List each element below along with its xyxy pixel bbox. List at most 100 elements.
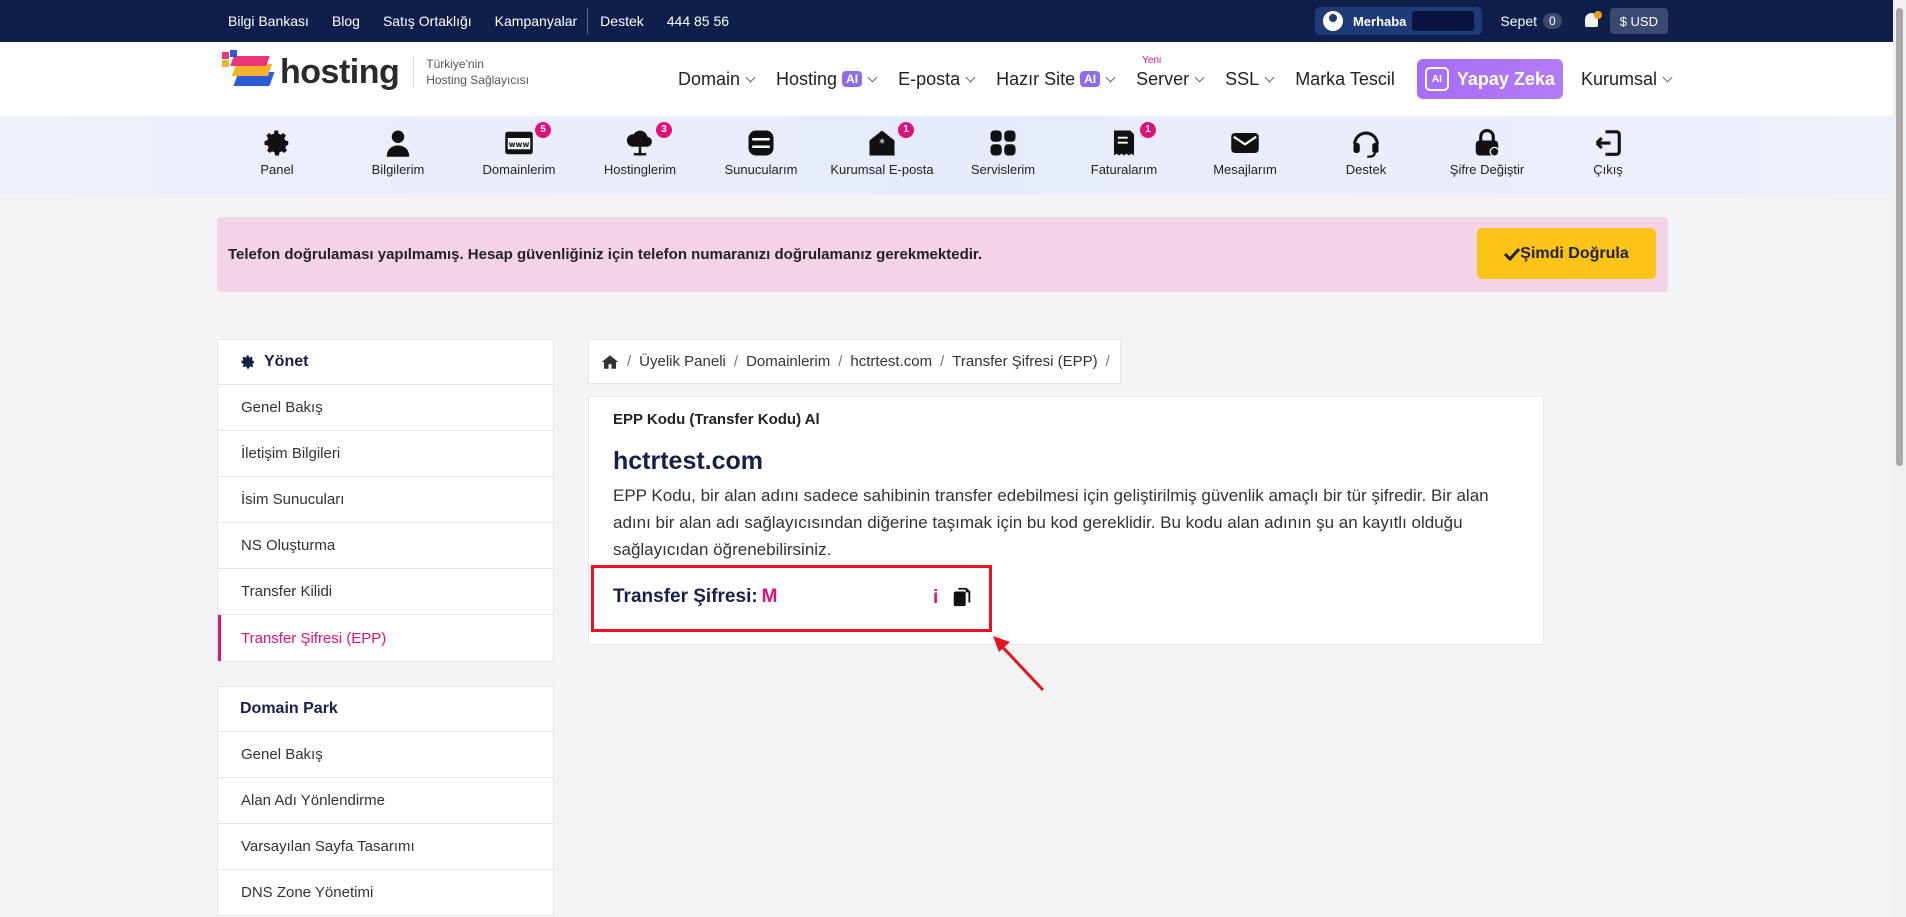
envelope-icon <box>1230 128 1260 158</box>
annotation-arrow <box>993 636 1045 692</box>
user-icon <box>1322 11 1343 31</box>
iconnav-kurumsal-eposta[interactable]: * 1 Kurumsal E-posta <box>822 122 942 177</box>
nav-eposta[interactable]: E-posta <box>898 68 976 90</box>
manage-menu: Yönet Genel Bakış İletişim Bilgileri İsi… <box>217 339 554 662</box>
iconnav-mesajlarim[interactable]: Mesajlarım <box>1185 128 1305 177</box>
invoices-count-badge: 1 <box>1140 122 1156 138</box>
bell-icon[interactable] <box>1582 11 1602 31</box>
park-item-varsayilan-sayfa[interactable]: Varsayılan Sayfa Tasarımı <box>218 824 553 870</box>
alert-message: Telefon doğrulaması yapılmamış. Hesap gü… <box>228 246 983 263</box>
invoice-icon <box>1109 128 1139 158</box>
iconnav-label: Şifre Değiştir <box>1449 162 1525 177</box>
verify-now-button[interactable]: Şimdi Doğrula <box>1477 228 1656 279</box>
gear-icon <box>262 128 292 158</box>
nav-kurumsal[interactable]: Kurumsal <box>1580 68 1673 90</box>
breadcrumb: / Üyelik Paneli / Domainlerim / hctrtest… <box>588 339 1121 384</box>
nav-kurumsal-label: Kurumsal <box>1580 68 1657 89</box>
card-title: EPP Kodu (Transfer Kodu) Al <box>613 411 820 428</box>
currency-selector[interactable]: $ USD <box>1609 8 1668 34</box>
cart-label: Sepet <box>1500 13 1538 29</box>
ai-badge: AI <box>1080 71 1101 87</box>
iconnav-label: Bilgilerim <box>371 162 425 177</box>
iconnav-servislerim[interactable]: Servislerim <box>943 128 1063 177</box>
cart-count-badge: 0 <box>1543 13 1562 29</box>
epp-description: EPP Kodu, bir alan adını sadece sahibini… <box>613 486 1489 559</box>
main-nav: Domain Hosting AI E-posta Hazır Site AI Ye… <box>678 42 1693 116</box>
iconnav-label: Faturalarım <box>1090 162 1158 177</box>
logo-tagline: Türkiye'nin Hosting Sağlayıcısı <box>413 56 529 88</box>
check-icon <box>1504 247 1521 261</box>
breadcrumb-domain[interactable]: hctrtest.com <box>850 353 932 370</box>
user-menu[interactable]: Merhaba <box>1314 7 1483 35</box>
chevron-down-icon <box>1105 72 1116 82</box>
top-link-kampanyalar[interactable]: Kampanyalar <box>495 13 578 29</box>
sidebar-item-transfer-kilidi[interactable]: Transfer Kilidi <box>218 569 553 615</box>
nav-server[interactable]: Yeni Server <box>1136 55 1205 90</box>
new-badge: Yeni <box>1142 54 1162 66</box>
home-icon[interactable] <box>601 354 619 370</box>
iconnav-label: Domainlerim <box>482 162 556 177</box>
chevron-down-icon <box>867 72 878 82</box>
iconnav-faturalarim[interactable]: 1 Faturalarım <box>1064 122 1184 177</box>
username-redacted <box>1412 11 1475 31</box>
iconnav-destek[interactable]: Destek <box>1306 128 1426 177</box>
nav-marka-tescil[interactable]: Marka Tescil <box>1295 69 1395 90</box>
sidebar-item-ns-olusturma[interactable]: NS Oluşturma <box>218 523 553 569</box>
sidebar-item-isim-sunuculari[interactable]: İsim Sunucuları <box>218 477 553 523</box>
park-item-alan-adi-yonlendirme[interactable]: Alan Adı Yönlendirme <box>218 778 553 824</box>
park-item-genel-bakis[interactable]: Genel Bakış <box>218 732 553 778</box>
iconnav-sifre-degistir[interactable]: Şifre Değiştir <box>1427 128 1547 177</box>
svg-text:www: www <box>509 140 530 149</box>
sidebar-item-genel-bakis[interactable]: Genel Bakış <box>218 385 553 431</box>
iconnav-label: Servislerim <box>970 162 1036 177</box>
nav-ssl[interactable]: SSL <box>1225 69 1275 90</box>
iconnav-label: Destek <box>1345 162 1387 177</box>
server-icon <box>746 128 776 158</box>
domain-park-header: Domain Park <box>218 687 553 732</box>
phone-number[interactable]: 444 85 56 <box>667 13 729 29</box>
nav-domain[interactable]: Domain <box>678 69 756 90</box>
logout-icon <box>1593 128 1623 158</box>
iconnav-cikis[interactable]: Çıkış <box>1548 128 1668 177</box>
sidebar-item-transfer-sifresi[interactable]: Transfer Şifresi (EPP) <box>218 615 553 661</box>
top-link-destek[interactable]: Destek <box>600 13 644 29</box>
chevron-down-icon <box>1264 72 1275 82</box>
logo-text: hosting <box>280 52 400 91</box>
headset-icon <box>1351 128 1381 158</box>
cart-button[interactable]: Sepet 0 <box>1500 13 1562 29</box>
ai-icon: AI <box>1424 67 1449 91</box>
sidebar-item-iletisim-bilgileri[interactable]: İletişim Bilgileri <box>218 431 553 477</box>
scrollbar-thumb[interactable] <box>1896 8 1903 466</box>
domains-count-badge: 5 <box>535 122 551 138</box>
chevron-down-icon <box>1194 72 1205 82</box>
lock-icon <box>1472 128 1502 158</box>
site-logo[interactable]: hosting Türkiye'nin Hosting Sağlayıcısı <box>220 50 529 94</box>
nav-hosting-label: Hosting <box>776 68 838 89</box>
domain-park-menu: Domain Park Genel Bakış Alan Adı Yönlend… <box>217 686 554 917</box>
nav-yapay-zeka-button[interactable]: AI Yapay Zeka <box>1416 59 1563 99</box>
mail-open-icon: * <box>867 128 897 158</box>
logo-mark-icon <box>220 50 278 94</box>
top-link-satis-ortakligi[interactable]: Satış Ortaklığı <box>383 13 472 29</box>
park-item-dns-zone[interactable]: DNS Zone Yönetimi <box>218 870 553 916</box>
hostings-count-badge: 3 <box>656 122 672 138</box>
divider <box>587 8 589 34</box>
breadcrumb-domainlerim[interactable]: Domainlerim <box>746 353 830 370</box>
top-utility-bar: Bilgi Bankası Blog Satış Ortaklığı Kampa… <box>0 0 1906 42</box>
top-link-blog[interactable]: Blog <box>332 13 360 29</box>
iconnav-panel[interactable]: Panel <box>217 128 337 177</box>
verify-now-label: Şimdi Doğrula <box>1520 244 1629 262</box>
iconnav-label: Kurumsal E-posta <box>830 162 934 177</box>
top-link-bilgi-bankasi[interactable]: Bilgi Bankası <box>228 13 309 29</box>
iconnav-domainlerim[interactable]: www 5 Domainlerim <box>459 122 579 177</box>
iconnav-bilgilerim[interactable]: Bilgilerim <box>338 128 458 177</box>
page-scrollbar[interactable] <box>1893 0 1906 917</box>
chevron-down-icon <box>745 72 756 82</box>
manage-menu-header: Yönet <box>218 340 553 385</box>
nav-hosting[interactable]: Hosting AI <box>776 68 878 90</box>
iconnav-hostinglerim[interactable]: 3 Hostinglerim <box>580 122 700 177</box>
nav-eposta-label: E-posta <box>898 68 961 89</box>
nav-hazir-site[interactable]: Hazır Site AI <box>996 69 1116 90</box>
iconnav-sunucularim[interactable]: Sunucularım <box>701 128 821 177</box>
breadcrumb-uyelik-paneli[interactable]: Üyelik Paneli <box>639 353 726 370</box>
